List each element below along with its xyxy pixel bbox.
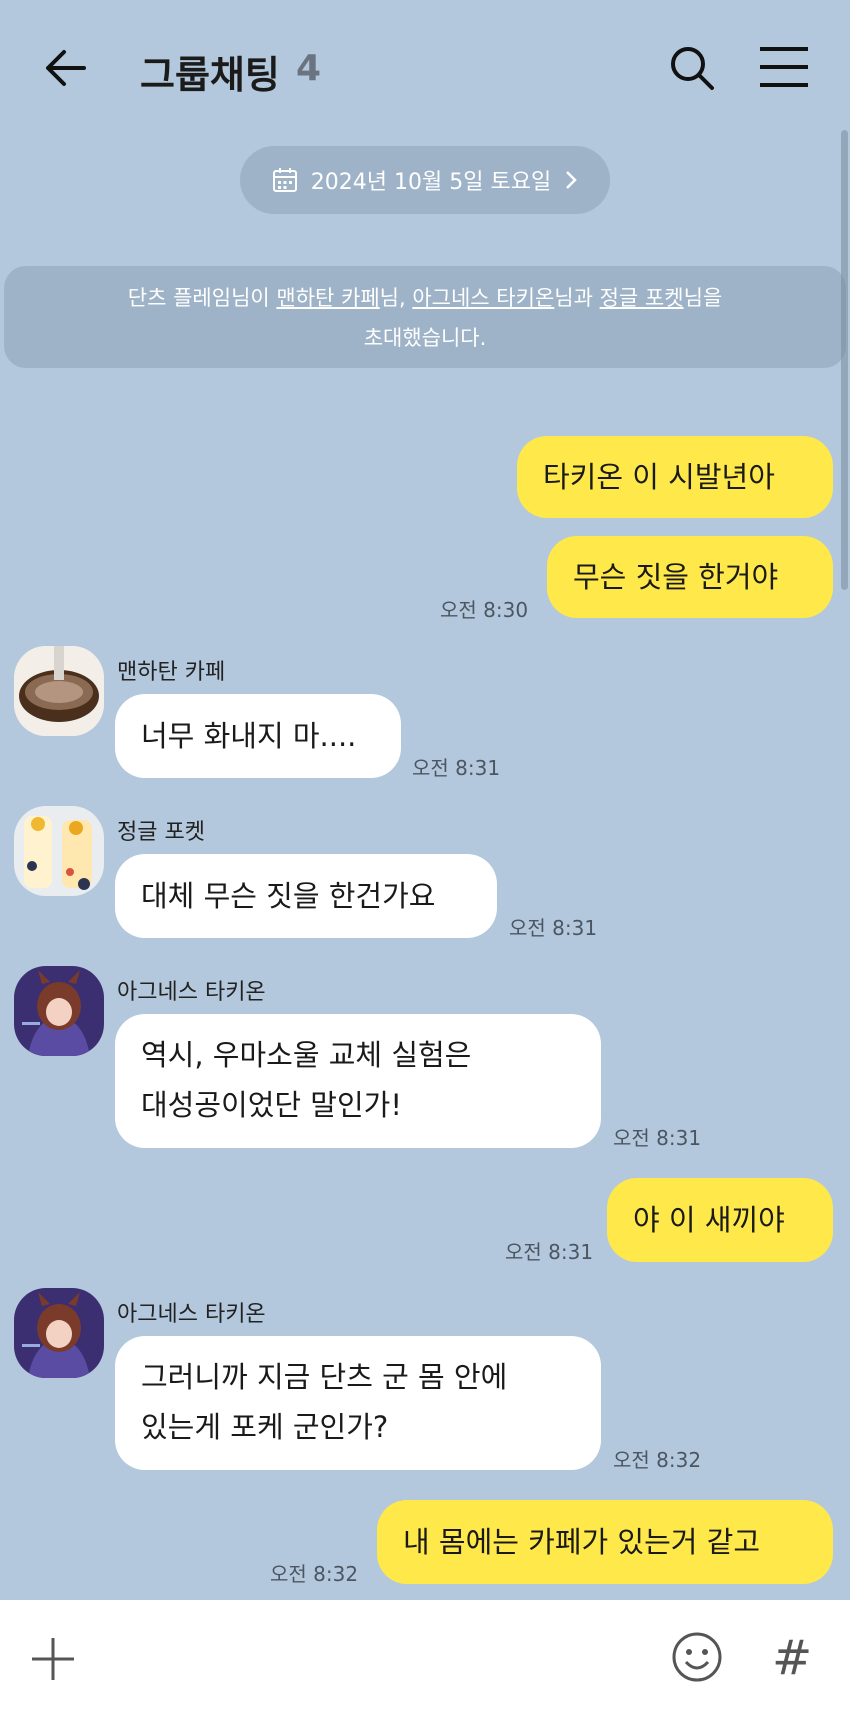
avatar[interactable] bbox=[14, 1288, 104, 1378]
date-divider[interactable]: 2024년 10월 5일 토요일 bbox=[240, 146, 610, 214]
message-line: 역시, 우마소울 교체 실험은 bbox=[141, 1038, 472, 1072]
search-icon[interactable] bbox=[664, 40, 720, 96]
system-invite-message: 단츠 플레임님이 맨하탄 카페님, 아그네스 타키온님과 정글 포켓님을 초대했… bbox=[4, 266, 846, 368]
message-line: 대성공이었단 말인가! bbox=[141, 1088, 402, 1122]
my-message-bubble[interactable]: 야 이 새끼야 bbox=[607, 1178, 833, 1262]
avatar[interactable] bbox=[14, 966, 104, 1056]
hashtag-button[interactable]: # bbox=[772, 1630, 814, 1686]
invited-user-link[interactable]: 맨하탄 카페 bbox=[276, 286, 379, 310]
system-text: 초대했습니다. bbox=[363, 326, 487, 350]
message-time: 오전 8:31 bbox=[509, 916, 598, 940]
my-message-bubble[interactable]: 내 몸에는 카페가 있는거 같고 bbox=[377, 1500, 833, 1584]
character-portrait-icon bbox=[14, 966, 104, 1056]
sender-name: 정글 포켓 bbox=[117, 820, 205, 845]
chat-title: 그룹채팅 bbox=[140, 53, 280, 97]
avatar[interactable] bbox=[14, 646, 104, 736]
other-message-bubble[interactable]: 그러니까 지금 단츠 군 몸 안에 있는게 포케 군인가? bbox=[115, 1336, 601, 1470]
sender-name: 아그네스 타키온 bbox=[117, 980, 266, 1005]
other-message-bubble[interactable]: 대체 무슨 짓을 한건가요 bbox=[115, 854, 497, 938]
system-text: 단츠 플레임님이 bbox=[127, 286, 277, 310]
character-portrait-icon bbox=[14, 1288, 104, 1378]
date-label: 2024년 10월 5일 토요일 bbox=[310, 170, 552, 195]
input-bar: # bbox=[0, 1600, 850, 1713]
message-line: 그러니까 지금 단츠 군 몸 안에 bbox=[141, 1360, 508, 1394]
chat-header: 그룹채팅 4 bbox=[0, 0, 850, 140]
calendar-icon bbox=[272, 168, 297, 192]
sender-name: 아그네스 타키온 bbox=[117, 1302, 266, 1327]
message-time: 오전 8:31 bbox=[412, 756, 501, 780]
back-arrow-icon[interactable] bbox=[40, 40, 96, 96]
coffee-dripper-icon bbox=[14, 646, 104, 736]
my-message-bubble[interactable]: 무슨 짓을 한거야 bbox=[547, 536, 833, 618]
message-line: 있는게 포케 군인가? bbox=[141, 1410, 389, 1444]
message-time: 오전 8:30 bbox=[440, 598, 529, 622]
my-message-bubble[interactable]: 타키온 이 시발년아 bbox=[517, 436, 833, 518]
scrollbar[interactable] bbox=[841, 130, 848, 590]
message-time: 오전 8:32 bbox=[270, 1562, 359, 1586]
message-time: 오전 8:31 bbox=[505, 1240, 594, 1264]
other-message-bubble[interactable]: 역시, 우마소울 교체 실험은 대성공이었단 말인가! bbox=[115, 1014, 601, 1148]
message-time: 오전 8:31 bbox=[613, 1126, 702, 1150]
parfait-icon bbox=[14, 806, 104, 896]
member-count: 4 bbox=[296, 48, 322, 89]
invited-user-link[interactable]: 정글 포켓 bbox=[600, 286, 684, 310]
emoji-icon[interactable] bbox=[670, 1630, 724, 1684]
other-message-bubble[interactable]: 너무 화내지 마.... bbox=[115, 694, 401, 778]
message-time: 오전 8:32 bbox=[613, 1448, 702, 1472]
sender-name: 맨하탄 카페 bbox=[117, 660, 226, 685]
invited-user-link[interactable]: 아그네스 타키온 bbox=[412, 286, 554, 310]
avatar[interactable] bbox=[14, 806, 104, 896]
system-text: 님을 bbox=[683, 286, 723, 310]
system-text: 님과 bbox=[554, 286, 600, 310]
menu-icon[interactable] bbox=[758, 44, 810, 90]
chevron-right-icon bbox=[566, 171, 577, 189]
system-text: 님, bbox=[379, 286, 413, 310]
plus-icon[interactable] bbox=[28, 1634, 78, 1684]
